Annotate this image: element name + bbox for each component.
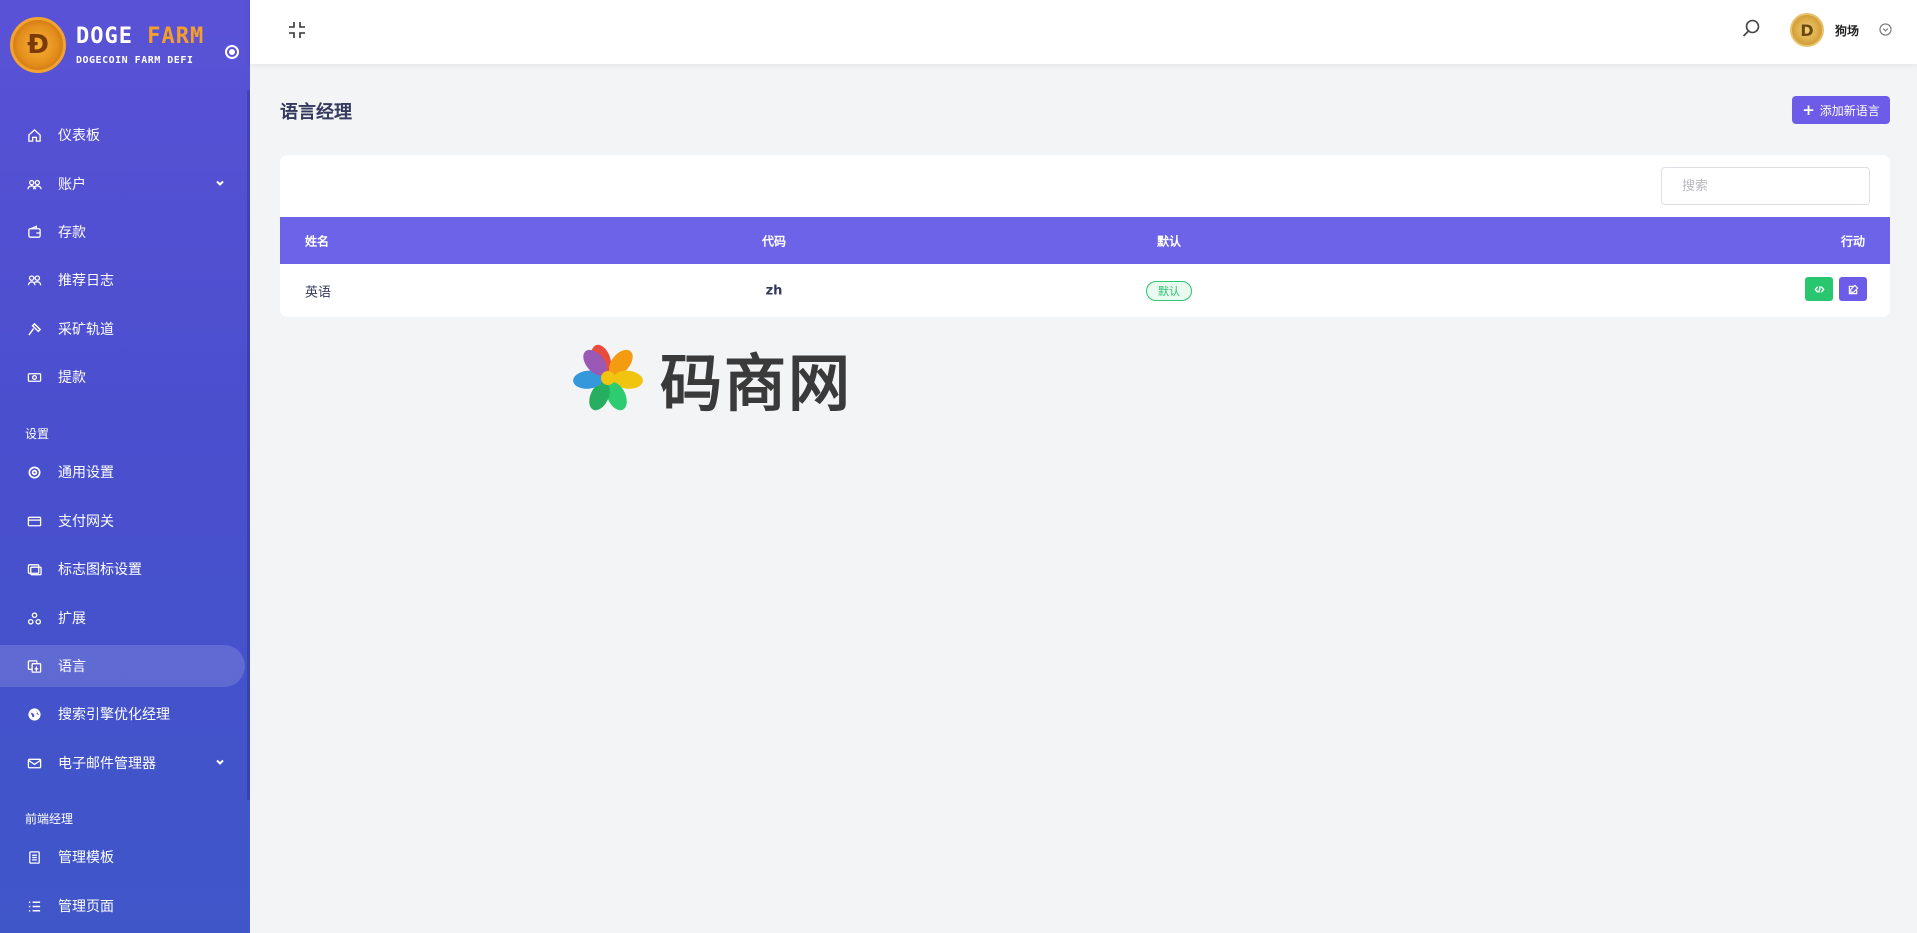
- flower-logo-icon: [573, 344, 643, 411]
- sidebar-item-general-settings[interactable]: 通用设置: [0, 451, 245, 493]
- sidebar-item-label: 管理模板: [58, 850, 114, 866]
- table-header: 姓名 代码 默认 行动: [280, 217, 1890, 264]
- column-header-code: 代码: [761, 234, 787, 248]
- cash-icon: [26, 369, 42, 385]
- exit-fullscreen-icon[interactable]: [287, 20, 307, 40]
- chevron-down-icon: [216, 180, 224, 186]
- add-language-label: 添加新语言: [1819, 103, 1880, 118]
- edit-icon: [1848, 284, 1858, 294]
- sidebar-item-accounts[interactable]: 账户: [0, 163, 245, 205]
- hammer-icon: [26, 321, 42, 337]
- users-icon: [26, 176, 42, 192]
- sidebar-item-label: 扩展: [58, 611, 86, 627]
- sidebar-item-language[interactable]: 语言: [0, 645, 245, 687]
- sidebar-item-referrals[interactable]: 推荐日志: [0, 259, 245, 301]
- default-badge: 默认: [1146, 280, 1192, 301]
- list-icon: [26, 898, 42, 914]
- topbar: D 狗场: [250, 0, 1917, 64]
- search-icon[interactable]: [1741, 18, 1761, 38]
- sidebar-scrollbar[interactable]: [247, 90, 250, 800]
- column-header-action: 行动: [1840, 234, 1865, 248]
- doge-logo-icon: Ð: [10, 17, 66, 73]
- language-code: zh: [765, 283, 783, 298]
- page-title: 语言经理: [280, 102, 352, 123]
- credit-card-icon: [26, 513, 42, 529]
- sidebar-item-withdrawals[interactable]: 提款: [0, 356, 245, 398]
- sidebar-item-seo-manager[interactable]: 搜索引擎优化经理: [0, 693, 245, 735]
- globe-icon: [26, 706, 42, 722]
- sidebar-item-label: 存款: [58, 225, 86, 241]
- brand-title: DOGE FARM: [76, 24, 205, 49]
- column-header-default: 默认: [1156, 234, 1182, 248]
- sidebar-item-label: 账户: [58, 177, 86, 193]
- avatar[interactable]: D: [1790, 13, 1824, 47]
- code-icon: [1813, 285, 1825, 293]
- sidebar-item-dashboard[interactable]: 仪表板: [0, 114, 245, 156]
- image-icon: [26, 561, 42, 577]
- sidebar: Ð DOGE FARM DOGECOIN FARM DEFI 仪表板 账户 存款…: [0, 0, 250, 933]
- brand-subtitle: DOGECOIN FARM DEFI: [76, 55, 194, 66]
- plus-icon: +: [1802, 101, 1815, 119]
- sidebar-item-extensions[interactable]: 扩展: [0, 597, 245, 639]
- add-language-button[interactable]: + 添加新语言: [1792, 96, 1890, 124]
- sidebar-item-manage-templates[interactable]: 管理模板: [0, 836, 245, 878]
- sidebar-item-manage-pages[interactable]: 管理页面: [0, 885, 245, 927]
- sidebar-item-email-manager[interactable]: 电子邮件管理器: [0, 742, 245, 784]
- sidebar-item-label: 电子邮件管理器: [58, 756, 156, 772]
- sidebar-item-payment-gateway[interactable]: 支付网关: [0, 500, 245, 542]
- edit-keywords-button[interactable]: [1805, 277, 1833, 301]
- mail-icon: [26, 755, 42, 771]
- settings-icon: [26, 464, 42, 480]
- watermark-text: 码商网: [660, 347, 853, 420]
- brand[interactable]: Ð DOGE FARM DOGECOIN FARM DEFI: [0, 0, 250, 90]
- sidebar-section-frontend: 前端经理: [25, 812, 74, 826]
- sidebar-item-logo-settings[interactable]: 标志图标设置: [0, 548, 245, 590]
- chevron-down-icon[interactable]: [1879, 23, 1892, 36]
- extension-icon: [26, 610, 42, 626]
- sidebar-item-label: 语言: [58, 659, 86, 675]
- sidebar-item-label: 推荐日志: [58, 273, 114, 289]
- language-icon: [26, 658, 42, 674]
- sidebar-item-label: 管理页面: [58, 899, 114, 915]
- sidebar-item-label: 通用设置: [58, 465, 114, 481]
- chevron-down-icon: [216, 759, 224, 765]
- table-row: 英语 zh 默认: [280, 264, 1890, 317]
- sidebar-item-mining[interactable]: 采矿轨道: [0, 308, 245, 350]
- watermark: 码商网: [570, 333, 852, 423]
- sidebar-item-label: 采矿轨道: [58, 322, 114, 338]
- languages-card: 姓名 代码 默认 行动 英语 zh 默认: [280, 155, 1890, 317]
- sidebar-item-label: 支付网关: [58, 514, 114, 530]
- search-input[interactable]: [1661, 167, 1870, 205]
- referral-icon: [26, 272, 42, 288]
- sidebar-item-deposits[interactable]: 存款: [0, 211, 245, 253]
- language-name: 英语: [305, 285, 332, 300]
- user-name[interactable]: 狗场: [1835, 22, 1859, 39]
- sidebar-section-settings: 设置: [25, 427, 50, 441]
- sidebar-item-label: 仪表板: [58, 128, 100, 144]
- edit-language-button[interactable]: [1839, 277, 1867, 301]
- template-icon: [26, 849, 42, 865]
- wallet-icon: [26, 224, 42, 240]
- sidebar-toggle-icon[interactable]: [225, 45, 239, 59]
- sidebar-item-label: 搜索引擎优化经理: [58, 707, 170, 723]
- column-header-name: 姓名: [305, 234, 330, 248]
- sidebar-item-label: 提款: [58, 370, 86, 386]
- sidebar-item-label: 标志图标设置: [58, 562, 142, 578]
- home-icon: [26, 127, 42, 143]
